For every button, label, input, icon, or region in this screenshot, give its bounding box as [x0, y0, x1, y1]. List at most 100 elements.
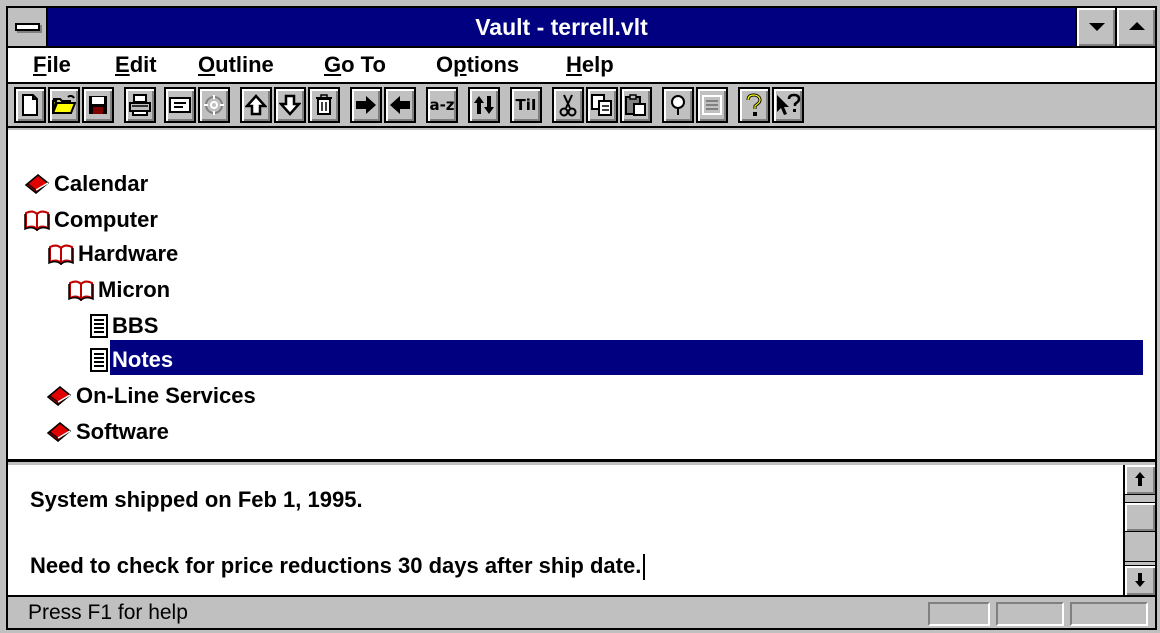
outline-item-computer[interactable]: Computer — [24, 202, 161, 236]
list-lines-icon — [702, 95, 722, 115]
menu-help[interactable]: Help — [566, 48, 614, 82]
open-folder-icon — [52, 95, 76, 114]
save-button[interactable] — [82, 87, 114, 123]
move-up-icon — [245, 94, 267, 116]
context-help-icon — [777, 93, 801, 115]
new-file-icon — [22, 94, 38, 116]
outline-item-notes[interactable]: Notes — [90, 342, 176, 376]
list-button[interactable] — [696, 87, 728, 123]
menu-outline-mnemonic: O — [198, 52, 216, 77]
note-scrollbar[interactable] — [1123, 465, 1155, 595]
menu-options-mnemonic: p — [453, 52, 467, 77]
minimize-button[interactable] — [1075, 8, 1115, 46]
move-down-button[interactable] — [274, 87, 306, 123]
title-bar[interactable]: Vault - terrell.vlt — [8, 8, 1155, 48]
menu-edit[interactable]: Edit — [115, 48, 157, 82]
outline-item-hardware[interactable]: Hardware — [48, 236, 181, 270]
move-down-icon — [279, 94, 301, 116]
menu-goto-mnemonic: G — [324, 52, 342, 77]
note-line-1: System shipped on Feb 1, 1995. — [30, 487, 363, 512]
help-button[interactable] — [738, 87, 770, 123]
menu-edit-label: dit — [129, 52, 157, 77]
text-caret — [643, 554, 646, 581]
delete-trash-icon — [316, 94, 332, 115]
open-book-icon — [24, 210, 50, 232]
system-menu-button[interactable] — [8, 8, 48, 46]
copy-button[interactable] — [586, 87, 618, 123]
menu-bar: File Edit Outline Go To Options Help — [8, 48, 1155, 84]
page-icon — [90, 314, 108, 339]
menu-file-label: ile — [46, 52, 71, 77]
menu-help-mnemonic: H — [566, 52, 582, 77]
paste-button[interactable] — [620, 87, 652, 123]
maximize-arrow-icon — [1129, 22, 1145, 30]
outline-item-label: Micron — [98, 277, 171, 303]
save-disk-icon — [89, 96, 107, 114]
outdent-left-icon — [390, 96, 410, 114]
outline-item-label: Hardware — [78, 241, 179, 267]
swap-button[interactable] — [468, 87, 500, 123]
menu-options-prefix: O — [436, 52, 454, 77]
menu-goto[interactable]: Go To — [324, 48, 386, 82]
status-panel-2 — [996, 602, 1064, 626]
open-book-icon — [68, 280, 94, 302]
arrow-up-icon — [1135, 472, 1145, 486]
app-window: Vault - terrell.vlt File Edit Outline Go… — [0, 0, 1160, 633]
note-button[interactable] — [164, 87, 196, 123]
closed-book-icon — [46, 422, 72, 443]
menu-file-mnemonic: F — [33, 52, 47, 77]
sort-button[interactable]: a-z — [426, 87, 458, 123]
outline-item-label: Notes — [112, 347, 174, 373]
context-help-button[interactable] — [772, 87, 804, 123]
outline-item-label: Software — [76, 419, 169, 445]
scroll-track-divider — [1125, 561, 1155, 562]
scroll-down-button[interactable] — [1125, 565, 1155, 595]
print-icon — [129, 94, 151, 116]
paste-icon — [625, 94, 646, 116]
outline-item-label: BBS — [112, 313, 159, 339]
open-button[interactable] — [48, 87, 80, 123]
help-question-icon — [746, 93, 762, 116]
note-editor[interactable]: System shipped on Feb 1, 1995. Need to c… — [8, 465, 1155, 597]
menu-options[interactable]: Options — [436, 48, 519, 82]
find-button[interactable] — [662, 87, 694, 123]
indent-right-icon — [356, 96, 376, 114]
note-card-icon — [169, 97, 191, 113]
note-line-2-text: Need to check for price reductions 30 da… — [30, 553, 642, 578]
window-frame: Vault - terrell.vlt File Edit Outline Go… — [6, 6, 1157, 630]
disabled-tool-button[interactable] — [198, 87, 230, 123]
closed-book-icon — [46, 386, 72, 407]
menu-outline[interactable]: Outline — [198, 48, 274, 82]
indent-button[interactable] — [350, 87, 382, 123]
page-icon — [90, 348, 108, 373]
menu-help-label: elp — [581, 52, 614, 77]
menu-file[interactable]: File — [33, 48, 71, 82]
scroll-thumb[interactable] — [1125, 502, 1155, 532]
disabled-gear-icon — [204, 95, 224, 115]
move-up-button[interactable] — [240, 87, 272, 123]
note-line-2: Need to check for price reductions 30 da… — [30, 553, 646, 581]
status-bar: Press F1 for help — [8, 597, 1155, 628]
sort-az-icon: a-z — [429, 96, 455, 114]
delete-button[interactable] — [308, 87, 340, 123]
new-button[interactable] — [14, 87, 46, 123]
scroll-up-button[interactable] — [1125, 465, 1155, 495]
arrow-down-icon — [1135, 573, 1145, 587]
outline-item-bbs[interactable]: BBS — [90, 308, 161, 342]
outdent-button[interactable] — [384, 87, 416, 123]
print-button[interactable] — [124, 87, 156, 123]
maximize-button[interactable] — [1115, 8, 1155, 46]
status-text: Press F1 for help — [28, 601, 188, 624]
outline-item-software[interactable]: Software — [46, 414, 172, 448]
outline-item-online-services[interactable]: On-Line Services — [46, 378, 259, 412]
outline-item-micron[interactable]: Micron — [68, 272, 173, 306]
copy-icon — [591, 94, 612, 116]
selection-highlight — [110, 340, 1143, 375]
cut-button[interactable] — [552, 87, 584, 123]
title-case-button[interactable]: TiI — [510, 87, 542, 123]
cut-scissors-icon — [559, 94, 577, 117]
outline-item-label: On-Line Services — [76, 383, 256, 409]
outline-item-calendar[interactable]: Calendar — [24, 166, 151, 200]
search-bulb-icon — [671, 95, 685, 115]
minimize-arrow-icon — [1089, 23, 1105, 31]
